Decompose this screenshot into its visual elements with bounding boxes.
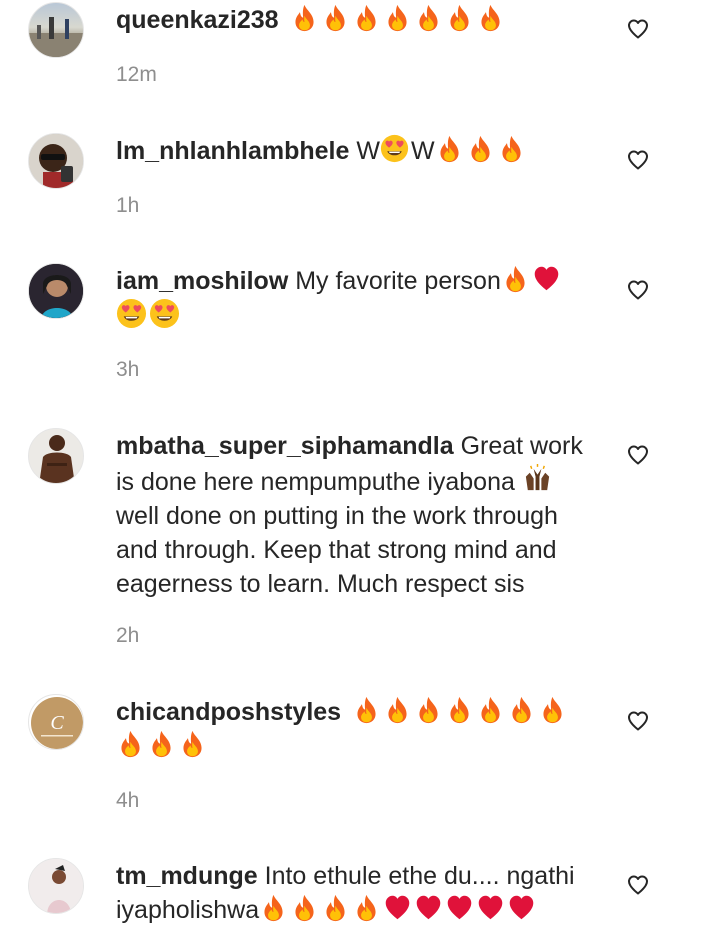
- avatar-logo-c-icon: C: [31, 697, 83, 749]
- avatar-road-photo-icon: [29, 17, 83, 57]
- avatar-woman-light-icon: [29, 859, 83, 913]
- comment-time: 3h: [116, 358, 140, 381]
- comment-body: queenkazi238: [116, 3, 602, 37]
- heart-outline-icon[interactable]: [625, 148, 651, 172]
- comment-username[interactable]: chicandposhstyles: [116, 698, 341, 726]
- comment-username[interactable]: iam_moshilow: [116, 267, 288, 295]
- comment-body: chicandposhstyles: [116, 695, 602, 763]
- comment-text-continued: well done on putting in the work through…: [116, 502, 558, 598]
- avatar-man-glasses-icon: [29, 134, 83, 188]
- comment-body: iam_moshilow My favorite person: [116, 264, 602, 334]
- comment-text: My favorite person: [295, 267, 501, 295]
- comment-body: tm_mdunge Into ethule ethe du.... ngathi…: [116, 859, 602, 927]
- heart-outline-icon[interactable]: [625, 17, 651, 41]
- avatar[interactable]: [28, 858, 84, 914]
- heart-eyes-emoji: [380, 134, 409, 163]
- avatar[interactable]: [28, 263, 84, 319]
- avatar[interactable]: [28, 428, 84, 484]
- heart-outline-icon[interactable]: [625, 278, 651, 302]
- comment-username[interactable]: queenkazi238: [116, 6, 279, 34]
- heart-outline-icon[interactable]: [625, 443, 651, 467]
- comment-body: mbatha_super_siphamandla Great work is d…: [116, 429, 602, 601]
- heart-outline-icon[interactable]: [625, 873, 651, 897]
- avatar-woman-portrait-icon: [29, 264, 83, 318]
- comment-body: lm_nhlanhlambhele WW: [116, 134, 602, 168]
- avatar-man-shirtless-icon: [29, 429, 83, 483]
- comment-username[interactable]: lm_nhlanhlambhele: [116, 137, 349, 165]
- raising-hands-emoji: [522, 463, 553, 494]
- comment-time: 1h: [116, 194, 140, 217]
- fire-emoji-group: [352, 698, 569, 726]
- avatar[interactable]: C: [28, 694, 84, 750]
- comment-time: 2h: [116, 624, 140, 647]
- fire-emoji-group: [290, 6, 507, 34]
- comment-time: 12m: [116, 63, 157, 86]
- comment-text: WW: [356, 137, 527, 165]
- svg-text:C: C: [50, 712, 64, 734]
- comment-username[interactable]: mbatha_super_siphamandla: [116, 432, 454, 460]
- avatar[interactable]: [28, 133, 84, 189]
- avatar[interactable]: [28, 2, 84, 58]
- comment-username[interactable]: tm_mdunge: [116, 862, 258, 890]
- comment-time: 4h: [116, 789, 140, 812]
- heart-outline-icon[interactable]: [625, 709, 651, 733]
- red-heart-emoji: [532, 264, 561, 293]
